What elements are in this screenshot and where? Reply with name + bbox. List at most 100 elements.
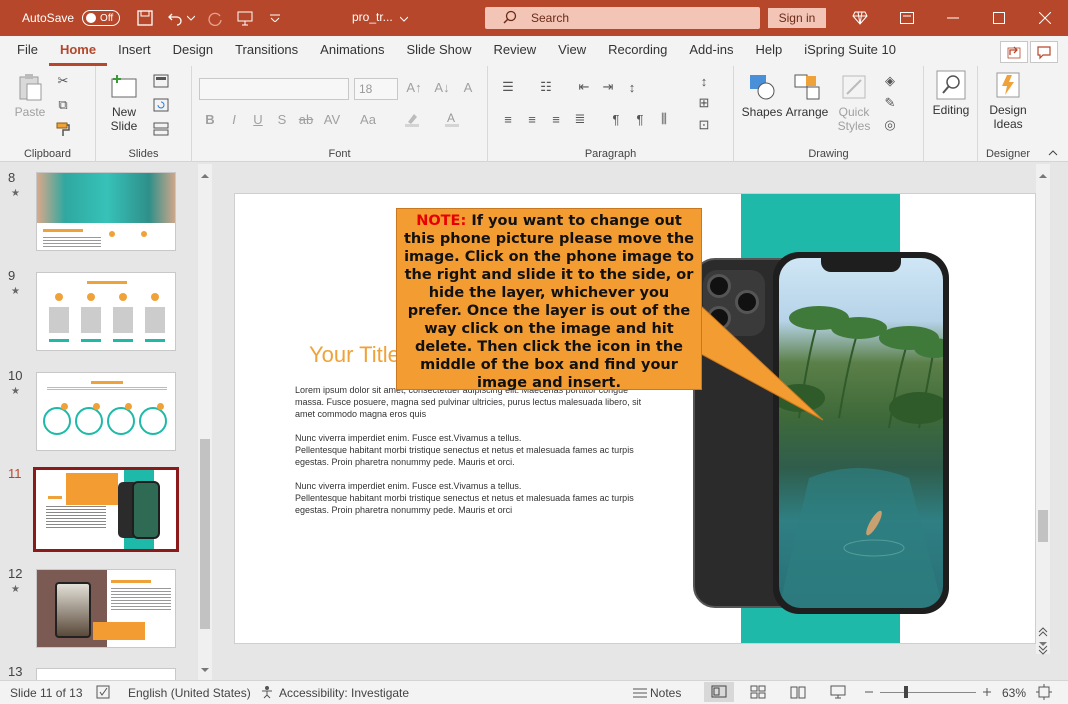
tab-recording[interactable]: Recording (597, 36, 678, 66)
strikethrough-icon[interactable]: ab (296, 110, 316, 128)
zoom-slider[interactable] (880, 692, 976, 693)
shadow-icon[interactable]: S (272, 110, 292, 128)
notes-button[interactable]: Notes (650, 686, 681, 700)
slide-thumbnail-8[interactable] (36, 172, 176, 251)
collapse-ribbon-icon[interactable] (1048, 145, 1058, 159)
shapes-button[interactable]: Shapes (742, 72, 782, 119)
bullets-icon[interactable]: ☰ (498, 78, 518, 96)
slide-thumbnail-12[interactable] (36, 569, 176, 648)
arrange-button[interactable]: Arrange (784, 72, 830, 119)
tab-help[interactable]: Help (744, 36, 793, 66)
undo-dropdown-icon[interactable] (186, 7, 196, 29)
language-indicator[interactable]: English (United States) (128, 686, 251, 700)
tab-insert[interactable]: Insert (107, 36, 162, 66)
underline-icon[interactable]: U (248, 110, 268, 128)
scroll-up-icon[interactable] (1039, 168, 1047, 182)
sign-in-button[interactable]: Sign in (768, 8, 826, 28)
shape-fill-icon[interactable]: ◈ (880, 72, 900, 90)
undo-icon[interactable] (164, 7, 186, 29)
align-center-icon[interactable]: ≡ (522, 110, 542, 128)
zoom-out-icon[interactable] (864, 685, 874, 702)
editing-button[interactable]: Editing (930, 70, 972, 117)
scroll-down-icon[interactable] (201, 662, 209, 676)
slide-thumbnail-9[interactable] (36, 272, 176, 351)
phone-screen-image[interactable] (773, 252, 949, 614)
presenter-icon[interactable] (234, 7, 256, 29)
align-text-icon[interactable]: ⊞ (694, 94, 714, 112)
document-title[interactable]: pro_tr... (352, 10, 393, 24)
maximize-button[interactable] (984, 6, 1014, 30)
smartart-icon[interactable]: ⊡ (694, 116, 714, 134)
format-painter-icon[interactable] (53, 120, 73, 138)
share-button[interactable] (1000, 41, 1028, 63)
columns-icon[interactable]: ⫼ (654, 110, 674, 128)
tab-animations[interactable]: Animations (309, 36, 395, 66)
minimize-button[interactable] (938, 6, 968, 30)
reading-view-icon[interactable] (790, 685, 806, 702)
shape-outline-icon[interactable]: ✎ (880, 94, 900, 112)
cut-icon[interactable]: ✂ (53, 72, 73, 90)
next-slide-icon[interactable] (1038, 644, 1048, 658)
fit-to-window-icon[interactable] (1036, 684, 1052, 703)
slide-sorter-icon[interactable] (750, 685, 766, 702)
zoom-slider-thumb[interactable] (904, 686, 908, 698)
slide-scrollbar[interactable] (1036, 164, 1050, 654)
save-icon[interactable] (134, 7, 156, 29)
spellcheck-icon[interactable] (96, 685, 110, 702)
autosave-toggle[interactable]: Off (82, 10, 121, 26)
section-icon[interactable] (151, 120, 171, 138)
paste-button[interactable]: Paste (12, 72, 48, 119)
font-size-select[interactable]: 18 (354, 78, 398, 100)
zoom-in-icon[interactable] (982, 685, 992, 702)
copy-icon[interactable]: ⧉ (53, 96, 73, 114)
tab-transitions[interactable]: Transitions (224, 36, 309, 66)
italic-icon[interactable]: I (224, 110, 244, 128)
justify-icon[interactable]: ≣ (570, 110, 590, 128)
slide-thumbnail-13[interactable] (36, 668, 176, 680)
tab-add-ins[interactable]: Add-ins (678, 36, 744, 66)
comments-button[interactable] (1030, 41, 1058, 63)
rtl-icon[interactable]: ¶ (630, 110, 650, 128)
close-button[interactable] (1030, 6, 1060, 30)
align-right-icon[interactable]: ≡ (546, 110, 566, 128)
tab-home[interactable]: Home (48, 36, 108, 66)
font-name-select[interactable] (199, 78, 349, 100)
diamond-icon[interactable] (845, 6, 875, 30)
align-left-icon[interactable]: ≡ (498, 110, 518, 128)
quick-styles-button[interactable]: Quick Styles (832, 72, 876, 133)
thumbnail-scroll-thumb[interactable] (200, 439, 210, 629)
normal-view-icon[interactable] (704, 682, 734, 702)
tab-review[interactable]: Review (483, 36, 548, 66)
note-callout[interactable]: NOTE: If you want to change out this pho… (396, 208, 702, 391)
thumbnail-scrollbar[interactable] (198, 164, 212, 680)
text-direction-icon[interactable]: ↕ (694, 72, 714, 90)
increase-indent-icon[interactable]: ⇥ (598, 78, 618, 96)
shrink-font-icon[interactable]: A↓ (432, 78, 452, 96)
new-slide-button[interactable]: New Slide (106, 72, 142, 133)
slide-show-icon[interactable] (830, 685, 846, 702)
tab-file[interactable]: File (6, 36, 49, 66)
reset-icon[interactable] (151, 96, 171, 114)
clear-formatting-icon[interactable]: A (458, 78, 478, 96)
notes-icon[interactable] (632, 685, 648, 702)
ribbon-display-icon[interactable] (892, 6, 922, 30)
highlight-icon[interactable] (402, 110, 422, 128)
slide-title[interactable]: Your Title (309, 342, 400, 368)
accessibility-status[interactable]: Accessibility: Investigate (279, 686, 409, 700)
grow-font-icon[interactable]: A↑ (404, 78, 424, 96)
slide-body-text[interactable]: Lorem ipsum dolor sit amet, consectetuer… (295, 384, 645, 528)
search-box[interactable]: Search (485, 7, 760, 29)
ltr-icon[interactable]: ¶ (606, 110, 626, 128)
accessibility-icon[interactable] (260, 685, 274, 702)
title-dropdown-icon[interactable] (399, 11, 409, 25)
tab-design[interactable]: Design (162, 36, 224, 66)
previous-slide-icon[interactable] (1038, 626, 1048, 640)
tab-ispring[interactable]: iSpring Suite 10 (793, 36, 907, 66)
zoom-level[interactable]: 63% (1002, 686, 1026, 700)
decrease-indent-icon[interactable]: ⇤ (574, 78, 594, 96)
tab-view[interactable]: View (547, 36, 597, 66)
numbering-icon[interactable]: ☷ (536, 78, 556, 96)
layout-icon[interactable] (151, 72, 171, 90)
font-color-icon[interactable]: A (442, 110, 462, 128)
customize-qat-icon[interactable] (264, 7, 286, 29)
